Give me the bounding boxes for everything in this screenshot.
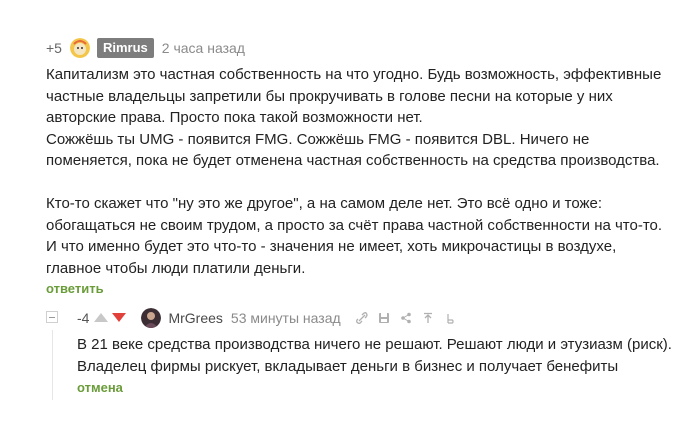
pin-icon[interactable] xyxy=(419,310,441,326)
thread-line[interactable] xyxy=(52,330,53,400)
comment-spacer xyxy=(46,172,666,194)
comment-paragraph: Капитализм это частная собственность на … xyxy=(46,66,662,126)
comment-body: Капитализм это частная собственность на … xyxy=(46,64,666,279)
arrow-down-icon[interactable] xyxy=(111,311,129,325)
cancel-button[interactable]: отмена xyxy=(77,380,123,395)
comment-paragraph: Кто-то скажет что "ну это же другое", а … xyxy=(46,195,663,234)
comment-paragraph: И что именно будет это что-то - значения… xyxy=(46,238,617,277)
comment-paragraph: Сожжёшь ты UMG - появится FMG. Сожжёшь F… xyxy=(46,130,660,170)
comment-author[interactable]: Rimrus xyxy=(97,38,154,58)
reply-button[interactable]: ответить xyxy=(46,281,104,296)
comment-rating: +5 xyxy=(46,40,62,56)
user-avatar-icon[interactable] xyxy=(141,308,162,328)
reply-header: -4 MrGrees 53 минуты назад xyxy=(77,307,463,329)
reply-body: В 21 веке средства производства ничего н… xyxy=(77,334,677,377)
share-icon[interactable] xyxy=(397,310,419,326)
arrow-up-icon[interactable] xyxy=(93,311,111,325)
reply-text: В 21 веке средства производства ничего н… xyxy=(77,336,672,375)
save-icon[interactable] xyxy=(375,310,397,326)
collapse-thread-icon[interactable] xyxy=(46,311,58,323)
comment-time[interactable]: 2 часа назад xyxy=(162,40,245,56)
link-icon[interactable] xyxy=(353,310,375,326)
comment-header: +5 Rimrus 2 часа назад xyxy=(46,36,245,60)
reply-author[interactable]: MrGrees xyxy=(168,310,222,326)
reply-time[interactable]: 53 минуты назад xyxy=(231,310,341,326)
reply-rating: -4 xyxy=(77,310,90,326)
user-avatar-icon[interactable] xyxy=(70,38,90,58)
bookmark-icon[interactable] xyxy=(441,310,463,326)
